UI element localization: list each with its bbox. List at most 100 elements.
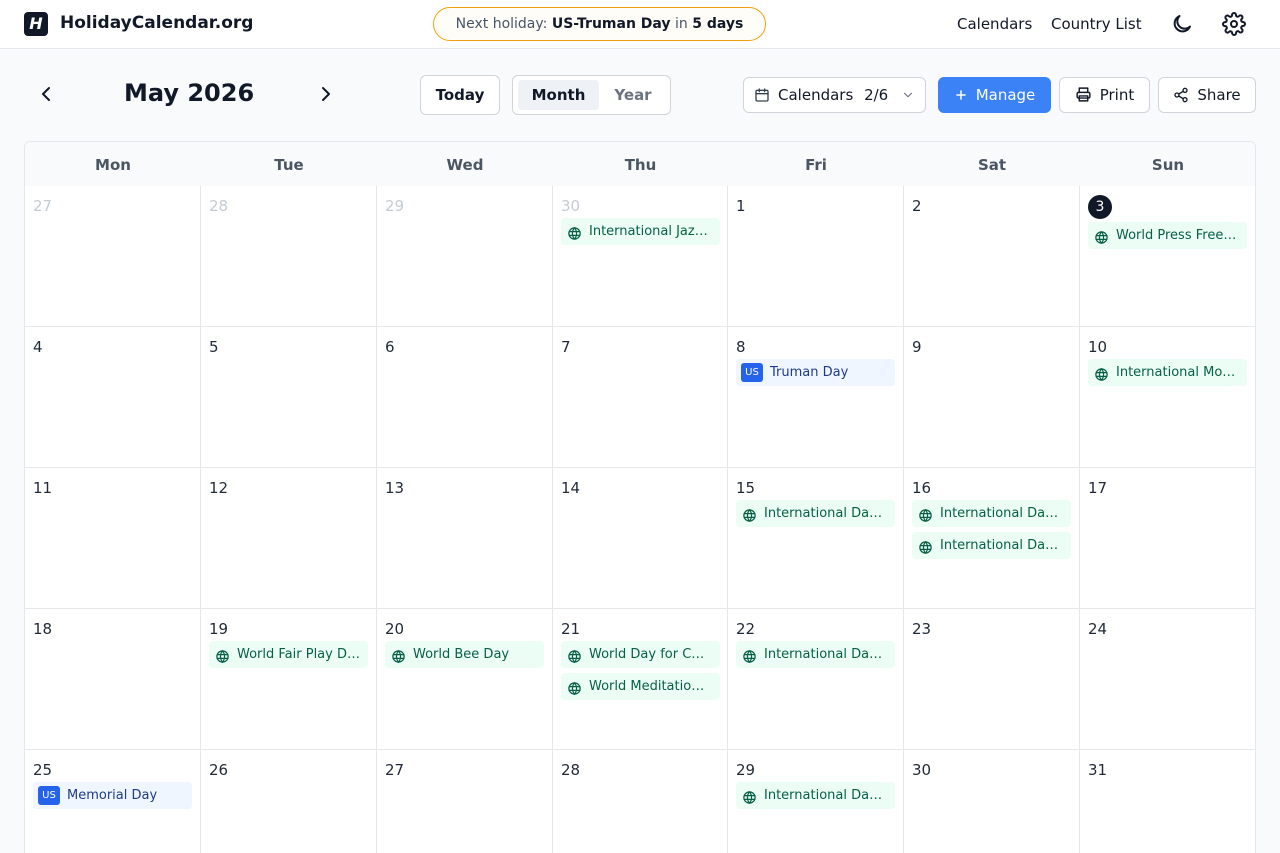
day-cell[interactable]: 2 xyxy=(904,186,1080,327)
prev-month-button[interactable] xyxy=(34,82,58,106)
day-cell[interactable]: 3 World Press Freedom Day xyxy=(1080,186,1255,327)
event-label: International Day of UN Peacekeepers xyxy=(764,788,887,803)
day-cell[interactable]: 14 xyxy=(553,468,728,609)
day-cell[interactable]: 20 World Bee Day xyxy=(377,609,553,750)
day-cell[interactable]: 15 International Day of Families xyxy=(728,468,904,609)
day-cell[interactable]: 11 xyxy=(25,468,201,609)
day-cell[interactable]: 12 xyxy=(201,468,377,609)
us-flag-badge: US xyxy=(38,786,60,805)
calendars-dropdown[interactable]: Calendars 2/6 xyxy=(743,77,926,113)
weekday-wed: Wed xyxy=(446,156,484,174)
day-cell[interactable]: 10 International Mother's Day xyxy=(1080,327,1255,468)
day-cell[interactable]: 21 World Day for Cultural Diversity World … xyxy=(553,609,728,750)
global-observance-event[interactable]: International Day of Families xyxy=(736,500,895,527)
tab-year[interactable]: Year xyxy=(601,80,665,110)
day-cell[interactable]: 25 US Memorial Day xyxy=(25,750,201,853)
day-cell[interactable]: 13 xyxy=(377,468,553,609)
global-observance-event[interactable]: World Day for Cultural Diversity xyxy=(561,641,720,668)
tab-month[interactable]: Month xyxy=(518,80,599,110)
day-cell[interactable]: 5 xyxy=(201,327,377,468)
day-cell[interactable]: 24 xyxy=(1080,609,1255,750)
globe-icon xyxy=(567,647,582,663)
globe-icon xyxy=(1094,365,1109,381)
global-observance-event[interactable]: World Fair Play Day xyxy=(209,641,368,668)
calendars-count: 2/6 xyxy=(864,86,889,104)
day-number: 27 xyxy=(33,197,53,215)
day-number: 9 xyxy=(912,338,922,356)
day-number: 17 xyxy=(1088,479,1108,497)
day-cell[interactable]: 7 xyxy=(553,327,728,468)
manage-button[interactable]: Manage xyxy=(938,77,1051,113)
global-observance-event[interactable]: International Mother's Day xyxy=(1088,359,1247,386)
day-cell[interactable]: 28 xyxy=(553,750,728,853)
day-cell[interactable]: 6 xyxy=(377,327,553,468)
event-label: World Press Freedom Day xyxy=(1116,228,1239,243)
day-number: 1 xyxy=(736,197,746,215)
day-number: 4 xyxy=(33,338,43,356)
view-toggle: Month Year xyxy=(512,75,671,115)
global-observance-event[interactable]: International Day of UN Peacekeepers xyxy=(736,782,895,809)
day-cell[interactable]: 8 US Truman Day xyxy=(728,327,904,468)
day-cell[interactable]: 28 xyxy=(201,186,377,327)
day-cell[interactable]: 31 xyxy=(1080,750,1255,853)
event-label: Truman Day xyxy=(770,365,849,380)
moon-icon[interactable] xyxy=(1170,12,1194,36)
calendar-icon xyxy=(755,87,769,102)
day-cell[interactable]: 23 xyxy=(904,609,1080,750)
next-month-button[interactable] xyxy=(314,82,338,106)
event-label: World Fair Play Day xyxy=(237,647,360,662)
day-cell[interactable]: 30 International Jazz Day xyxy=(553,186,728,327)
today-button[interactable]: Today xyxy=(420,75,500,115)
nav-calendars[interactable]: Calendars xyxy=(957,15,1032,33)
weekday-mon: Mon xyxy=(95,156,131,174)
day-number: 15 xyxy=(736,479,756,497)
global-observance-event[interactable]: International Jazz Day xyxy=(561,218,720,245)
day-cell[interactable]: 29 xyxy=(377,186,553,327)
day-number: 26 xyxy=(209,761,229,779)
us-holiday-event[interactable]: US Truman Day xyxy=(736,359,895,386)
calendar-grid: Mon Tue Wed Thu Fri Sat Sun 27 28 29 30 Internatio… xyxy=(24,141,1256,853)
day-number: 10 xyxy=(1088,338,1108,356)
next-holiday-pill[interactable]: Next holiday: US-Truman Day in 5 days xyxy=(433,7,766,41)
day-cell[interactable]: 26 xyxy=(201,750,377,853)
day-cell[interactable]: 17 xyxy=(1080,468,1255,609)
global-observance-event[interactable]: World Press Freedom Day xyxy=(1088,222,1247,249)
day-cell[interactable]: 27 xyxy=(377,750,553,853)
gear-icon[interactable] xyxy=(1222,12,1246,36)
global-observance-event[interactable]: International Day of Light xyxy=(912,500,1071,527)
globe-icon xyxy=(742,788,757,804)
share-button[interactable]: Share xyxy=(1158,77,1256,113)
day-cell[interactable]: 16 International Day of Light Internationa… xyxy=(904,468,1080,609)
day-cell[interactable]: 30 xyxy=(904,750,1080,853)
weekday-header: Mon Tue Wed Thu Fri Sat Sun xyxy=(25,142,1255,186)
day-cell[interactable]: 4 xyxy=(25,327,201,468)
day-cell[interactable]: 27 xyxy=(25,186,201,327)
manage-label: Manage xyxy=(975,86,1036,104)
day-cell[interactable]: 22 International Day for Biological Diver… xyxy=(728,609,904,750)
event-label: Memorial Day xyxy=(67,788,158,803)
print-button[interactable]: Print xyxy=(1059,77,1150,113)
global-observance-event[interactable]: World Bee Day xyxy=(385,641,544,668)
day-cell[interactable]: 18 xyxy=(25,609,201,750)
chevron-right-icon xyxy=(322,87,330,101)
logo-icon[interactable]: H xyxy=(24,12,48,36)
next-holiday-name: US-Truman Day xyxy=(551,16,671,32)
global-observance-event[interactable]: International Day for Biological Diversi… xyxy=(736,641,895,668)
day-number: 5 xyxy=(209,338,219,356)
day-cell[interactable]: 1 xyxy=(728,186,904,327)
globe-icon xyxy=(1094,228,1109,244)
day-number: 20 xyxy=(385,620,405,638)
globe-icon xyxy=(215,647,230,663)
day-number: 21 xyxy=(561,620,581,638)
chevron-down-icon xyxy=(903,92,913,97)
day-cell[interactable]: 9 xyxy=(904,327,1080,468)
nav-country-list[interactable]: Country List xyxy=(1051,15,1142,33)
day-cell[interactable]: 19 World Fair Play Day xyxy=(201,609,377,750)
brand-name[interactable]: HolidayCalendar.org xyxy=(60,13,253,33)
global-observance-event[interactable]: World Meditation Day xyxy=(561,673,720,700)
globe-icon xyxy=(742,647,757,663)
global-observance-event[interactable]: International Day of Living Together in … xyxy=(912,532,1071,559)
day-number: 8 xyxy=(736,338,746,356)
day-cell[interactable]: 29 International Day of UN Peacekeepers xyxy=(728,750,904,853)
us-holiday-event[interactable]: US Memorial Day xyxy=(33,782,192,809)
